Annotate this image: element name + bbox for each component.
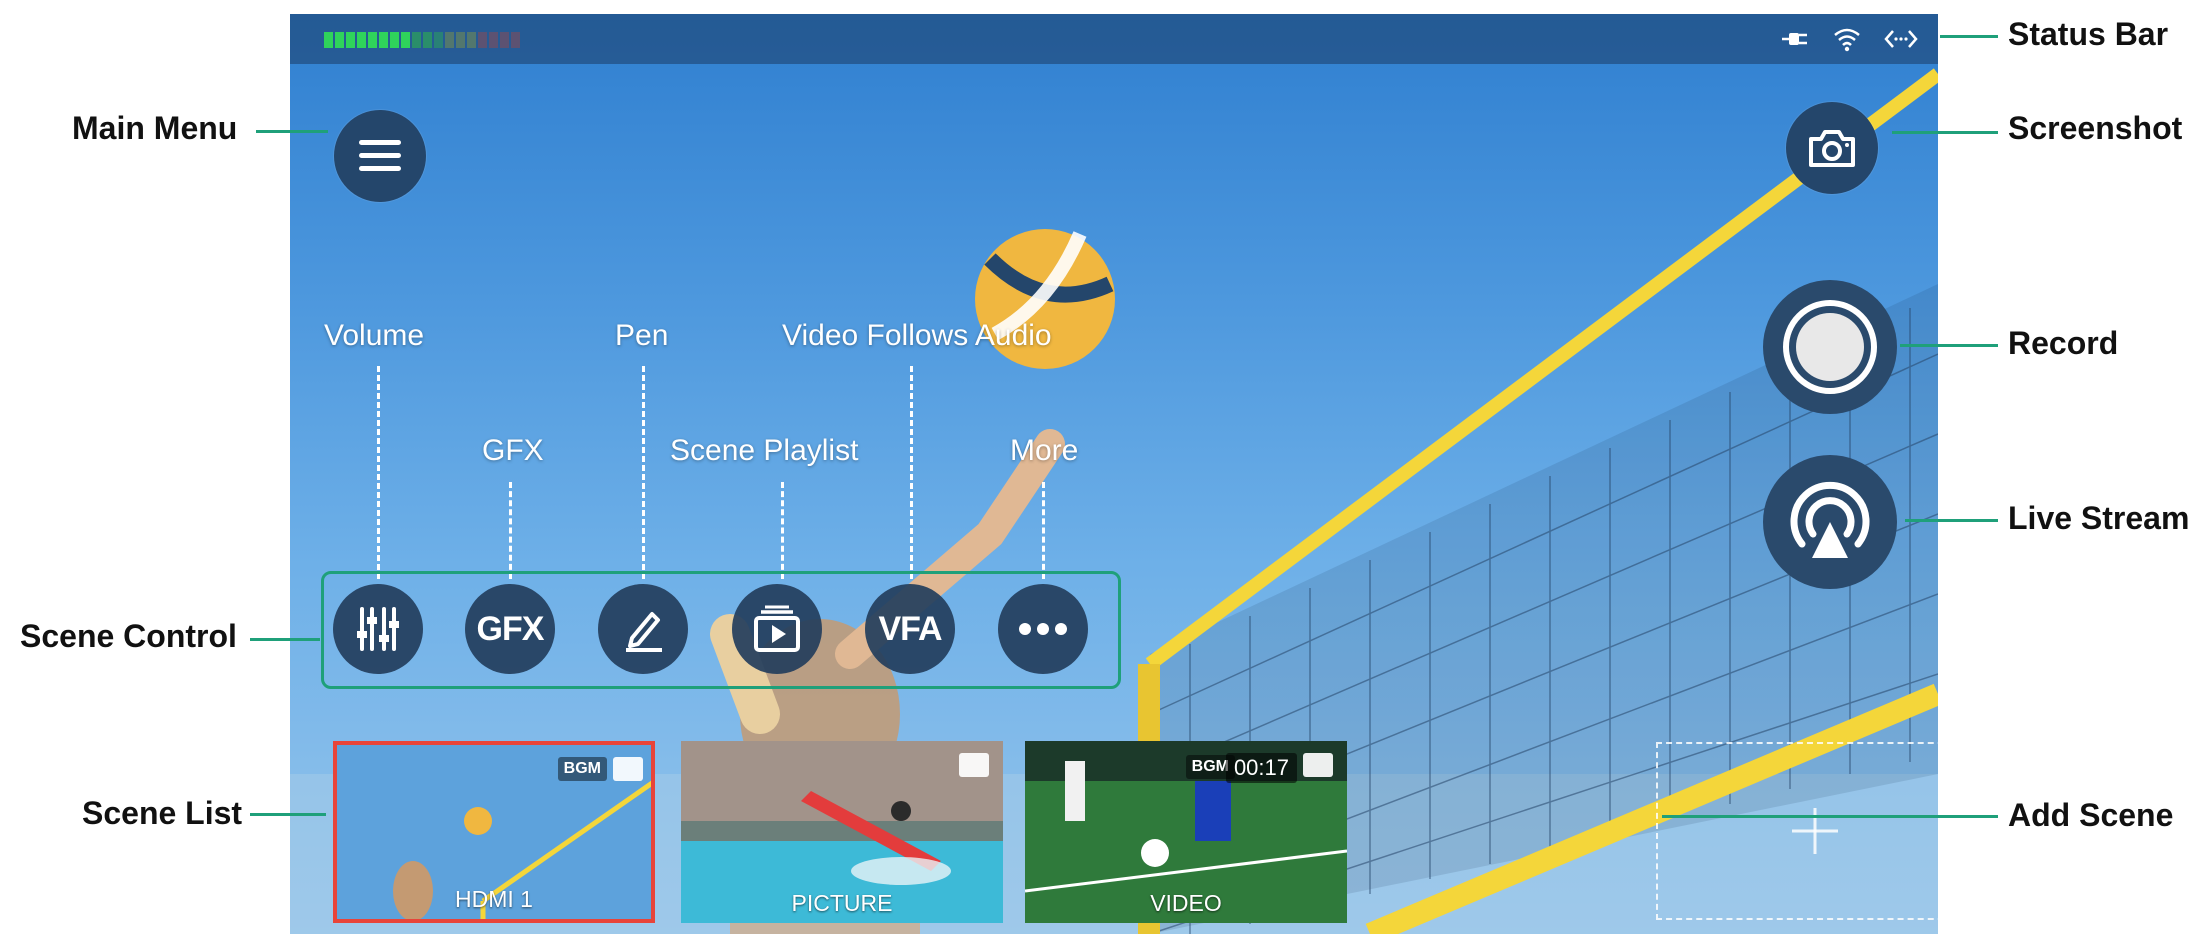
network-arrows-icon	[1884, 24, 1918, 54]
camera-icon	[1809, 130, 1855, 167]
video-follows-audio-label: Video Follows Audio	[782, 319, 1052, 352]
scene-label: HDMI 1	[455, 886, 533, 912]
main-menu-button[interactable]	[334, 110, 426, 202]
scene-label: PICTURE	[791, 890, 893, 916]
broadcast-icon	[1790, 481, 1870, 558]
gfx-label: GFX	[482, 434, 544, 467]
more-connector	[1042, 482, 1045, 579]
leader-scene-list	[250, 813, 326, 816]
volume-label: Volume	[324, 319, 425, 352]
more-label: More	[1010, 434, 1079, 467]
plus-icon	[1792, 808, 1838, 854]
leader-record	[1900, 344, 1998, 347]
hdmi-icon	[613, 757, 643, 781]
status-bar	[290, 14, 1938, 64]
scene-thumb-video[interactable]: BGM 00:17 VIDEO	[1025, 741, 1347, 923]
scene-thumb-hdmi-1[interactable]: BGM HDMI 1	[333, 741, 655, 923]
audio-level-meter	[324, 32, 520, 48]
scene-control-frame	[321, 571, 1121, 689]
callout-main-menu: Main Menu	[72, 110, 238, 146]
add-scene-button[interactable]	[1656, 742, 1938, 920]
leader-scene-control	[250, 638, 320, 641]
scene-thumb-picture[interactable]: PICTURE	[681, 741, 1003, 923]
app-screen: Volume GFX Pen Scene Playlist Video Foll…	[290, 14, 1938, 934]
record-button[interactable]	[1763, 280, 1897, 414]
wifi-icon	[1832, 24, 1862, 54]
scene-playlist-label: Scene Playlist	[670, 434, 859, 467]
callout-scene-list: Scene List	[82, 795, 243, 831]
leader-main-menu	[256, 130, 328, 133]
record-circle-icon	[1783, 300, 1877, 394]
live-stream-button[interactable]	[1763, 455, 1897, 589]
leader-live-stream	[1905, 519, 1998, 522]
vfa-connector	[910, 366, 913, 579]
bgm-badge: BGM	[557, 757, 607, 781]
image-icon	[959, 753, 989, 777]
scene-label: VIDEO	[1150, 890, 1222, 916]
scene-playlist-connector	[781, 482, 784, 579]
volume-connector	[377, 366, 380, 579]
callout-live-stream: Live Stream	[2008, 500, 2190, 536]
callout-scene-control: Scene Control	[20, 618, 237, 654]
play-icon	[1303, 753, 1333, 777]
pen-label: Pen	[615, 319, 669, 352]
callout-status-bar: Status Bar	[2008, 16, 2169, 52]
callout-add-scene: Add Scene	[2008, 797, 2174, 833]
callout-screenshot: Screenshot	[2008, 110, 2183, 146]
power-plug-icon	[1780, 24, 1810, 54]
screenshot-button[interactable]	[1786, 102, 1878, 194]
leader-status-bar	[1940, 35, 1998, 38]
leader-screenshot	[1892, 131, 1998, 134]
gfx-connector	[509, 482, 512, 579]
pen-connector	[642, 366, 645, 579]
hamburger-menu-icon	[359, 140, 401, 171]
duration-badge: 00:17	[1225, 753, 1297, 783]
leader-add-scene	[1662, 815, 1998, 818]
callout-record: Record	[2008, 325, 2119, 361]
